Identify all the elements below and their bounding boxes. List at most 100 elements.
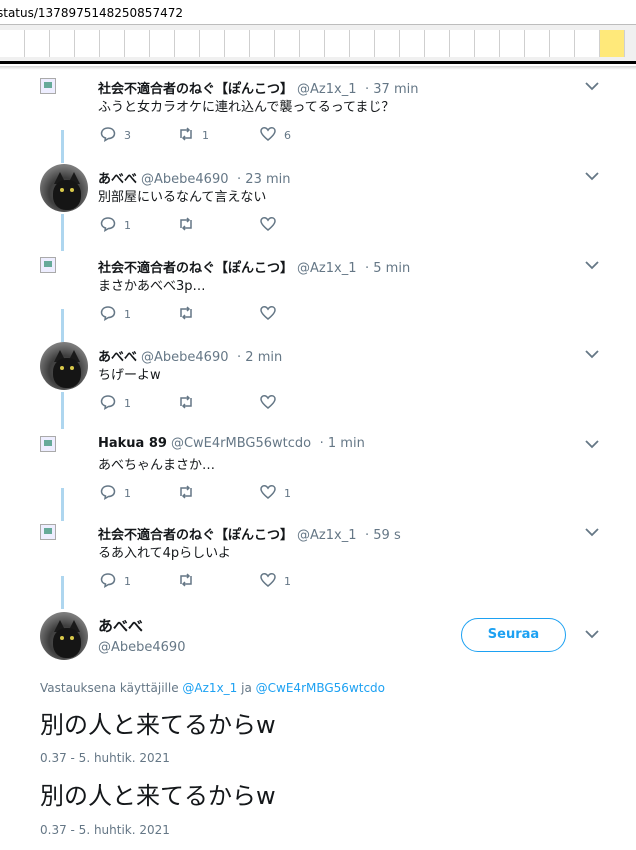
reply-icon	[100, 216, 116, 235]
reply-count: 1	[124, 575, 131, 588]
retweet-icon	[178, 216, 194, 235]
retweet-button[interactable]	[178, 216, 202, 235]
tweet-text: ちげーよw	[98, 368, 161, 383]
like-count: 1	[284, 575, 291, 588]
chevron-down-icon[interactable]	[585, 438, 599, 452]
toolbar-cell	[225, 30, 250, 57]
author-name[interactable]: 社会不適合者のねぐ【ぽんこつ】 @Az1x_1 · 5 min	[98, 257, 410, 276]
chevron-down-icon[interactable]	[585, 170, 599, 184]
chevron-down-icon[interactable]	[585, 348, 599, 362]
chevron-down-icon[interactable]	[585, 526, 599, 540]
reply-count: 3	[124, 129, 131, 142]
reply-icon	[100, 572, 116, 591]
toolbar-cell	[100, 30, 125, 57]
chevron-down-icon[interactable]	[585, 259, 599, 273]
address-bar[interactable]: status/1378975148250857472	[0, 0, 636, 25]
tweet-text: まさかあべべ3p…	[98, 279, 206, 294]
toolbar-cell	[350, 30, 375, 57]
author-name[interactable]: 社会不適合者のねぐ【ぽんこつ】 @Az1x_1 · 59 s	[98, 524, 401, 543]
toolbar-cell	[425, 30, 450, 57]
reply-button[interactable]: 1	[100, 572, 131, 591]
author-handle: @Abebe4690	[141, 350, 229, 365]
author-name[interactable]: あべべ @Abebe4690 · 23 min	[98, 168, 291, 187]
reply-icon	[100, 484, 116, 503]
like-count: 6	[284, 129, 291, 142]
tweet-text: 別の人と来てるからw	[40, 711, 276, 739]
retweet-button[interactable]	[178, 305, 202, 324]
url-text: status/1378975148250857472	[0, 6, 183, 20]
toolbar-cell	[125, 30, 150, 57]
like-button[interactable]: 6	[260, 126, 291, 145]
tweet-timestamp[interactable]: 0.37 - 5. huhtik. 2021	[40, 751, 170, 765]
reply-context: Vastauksena käyttäjille @Az1x_1 ja @CwE4…	[40, 681, 385, 695]
tweet-text: ふうと女カラオケに連れ込んで襲ってるってまじ？	[98, 100, 395, 115]
tweet-time: · 5 min	[365, 261, 411, 276]
reply-icon	[100, 305, 116, 324]
tweet-time: · 59 s	[365, 528, 401, 543]
like-button[interactable]: 1	[260, 572, 291, 591]
tweet-time: · 23 min	[237, 172, 291, 187]
author-name[interactable]: あべべ @Abebe4690 · 2 min	[98, 346, 282, 365]
broken-image-icon	[40, 524, 56, 540]
retweet-icon	[178, 126, 194, 145]
heart-icon	[260, 216, 276, 235]
avatar[interactable]	[40, 164, 88, 212]
avatar[interactable]	[40, 342, 88, 390]
avatar[interactable]	[40, 524, 88, 572]
broken-image-icon	[40, 436, 56, 452]
avatar[interactable]	[40, 436, 88, 484]
reply-icon	[100, 394, 116, 413]
reply-user-link[interactable]: @Az1x_1	[182, 681, 237, 695]
chevron-down-icon[interactable]	[585, 628, 599, 642]
toolbar-cell	[300, 30, 325, 57]
tweet-text: あべちゃんまさか…	[98, 458, 216, 473]
tweet-text: 別の人と来てるからw	[40, 782, 276, 810]
focus-author-name[interactable]: あべべ	[98, 615, 143, 636]
toolbar-cell	[400, 30, 425, 57]
like-button[interactable]	[260, 305, 284, 324]
retweet-button[interactable]: 1	[178, 126, 209, 145]
author-name[interactable]: Hakua 89 @CwE4rMBG56wtcdo · 1 min	[98, 436, 365, 451]
reply-prefix: Vastauksena käyttäjille	[40, 681, 179, 695]
avatar[interactable]	[40, 78, 88, 126]
thread-line	[61, 214, 64, 251]
retweet-icon	[178, 572, 194, 591]
like-button[interactable]	[260, 216, 284, 235]
reply-count: 1	[124, 487, 131, 500]
retweet-button[interactable]	[178, 394, 202, 413]
retweet-button[interactable]	[178, 484, 202, 503]
reply-button[interactable]: 1	[100, 394, 131, 413]
like-button[interactable]: 1	[260, 484, 291, 503]
toolbar-cell	[75, 30, 100, 57]
tweet-time: · 1 min	[319, 436, 365, 451]
heart-icon	[260, 572, 276, 591]
tweet-time: · 2 min	[237, 350, 283, 365]
chevron-down-icon[interactable]	[585, 80, 599, 94]
retweet-icon	[178, 484, 194, 503]
tweet-timestamp[interactable]: 0.37 - 5. huhtik. 2021	[40, 823, 170, 837]
reply-button[interactable]: 1	[100, 216, 131, 235]
reply-button[interactable]: 1	[100, 484, 131, 503]
broken-image-icon	[40, 257, 56, 273]
thread-line	[61, 576, 64, 609]
heart-icon	[260, 394, 276, 413]
toolbar-cell	[175, 30, 200, 57]
thread-line	[61, 130, 64, 163]
reply-user-link[interactable]: @CwE4rMBG56wtcdo	[256, 681, 385, 695]
thread-line	[61, 488, 64, 521]
like-button[interactable]	[260, 394, 284, 413]
heart-icon	[260, 305, 276, 324]
toolbar-cell	[525, 30, 550, 57]
reply-button[interactable]: 3	[100, 126, 131, 145]
avatar[interactable]	[40, 257, 88, 305]
retweet-button[interactable]	[178, 572, 202, 591]
author-name[interactable]: 社会不適合者のねぐ【ぽんこつ】 @Az1x_1 · 37 min	[98, 78, 418, 97]
toolbar-cell	[600, 30, 625, 57]
avatar[interactable]	[40, 612, 88, 660]
follow-button[interactable]: Seuraa	[461, 618, 566, 652]
author-handle: @Abebe4690	[141, 172, 229, 187]
retweet-icon	[178, 394, 194, 413]
reply-button[interactable]: 1	[100, 305, 131, 324]
toolbar-cell	[25, 30, 50, 57]
focus-author-handle[interactable]: @Abebe4690	[98, 640, 185, 655]
